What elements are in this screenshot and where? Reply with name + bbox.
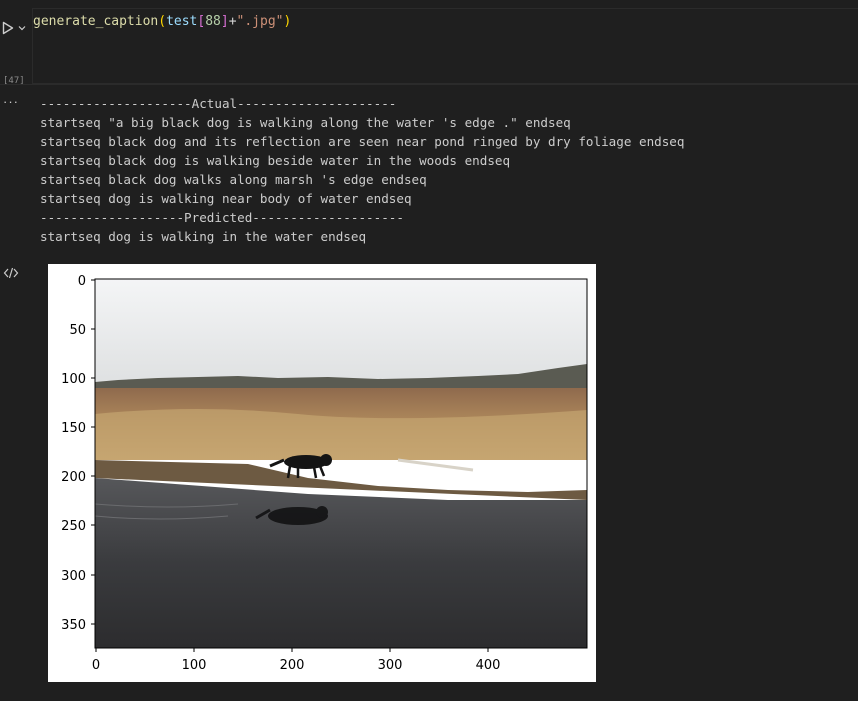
code-line[interactable]: generate_caption(test[88]+".jpg") xyxy=(33,14,291,29)
output-line: startseq dog is walking near body of wat… xyxy=(40,191,412,206)
y-tick-label: 350 xyxy=(61,618,86,633)
output-more-actions-button[interactable]: ··· xyxy=(3,94,19,109)
output-line: startseq dog is walking in the water end… xyxy=(40,229,367,244)
stdout-output: --------------------Actual--------------… xyxy=(40,94,684,246)
output-divider xyxy=(0,84,858,85)
output-line: startseq black dog and its reflection ar… xyxy=(40,134,685,149)
play-icon xyxy=(2,21,14,35)
x-tick-label: 200 xyxy=(280,658,305,673)
output-line: startseq black dog is walking beside wat… xyxy=(40,153,511,168)
y-tick-label: 300 xyxy=(61,569,86,584)
string-literal: ".jpg" xyxy=(236,14,284,29)
function-name: generate_caption xyxy=(33,14,159,29)
output-line: startseq "a big black dog is walking alo… xyxy=(40,115,571,130)
x-tick-label: 0 xyxy=(92,658,100,673)
y-tick-label: 200 xyxy=(61,470,86,485)
photo-image xyxy=(94,279,587,648)
y-tick-label: 0 xyxy=(78,274,86,289)
x-axis: 0 100 200 300 400 xyxy=(92,648,501,673)
close-bracket: ] xyxy=(220,14,229,29)
index-number: 88 xyxy=(205,14,221,29)
output-line: --------------------Actual--------------… xyxy=(40,96,397,111)
code-icon[interactable] xyxy=(3,266,19,284)
output-line: -------------------Predicted------------… xyxy=(40,210,404,225)
y-axis: 0 50 100 150 200 250 300 350 xyxy=(61,274,95,633)
y-tick-label: 150 xyxy=(61,421,86,436)
x-tick-label: 300 xyxy=(378,658,403,673)
run-cell-button[interactable] xyxy=(2,20,28,36)
y-tick-label: 50 xyxy=(69,323,86,338)
y-tick-label: 100 xyxy=(61,372,86,387)
close-paren: ) xyxy=(283,14,292,29)
output-line: startseq black dog walks along marsh 's … xyxy=(40,172,427,187)
plot-figure: 0 50 100 150 200 250 300 350 0 100 200 3… xyxy=(48,264,596,682)
x-tick-label: 400 xyxy=(476,658,501,673)
cell-gutter: [47] xyxy=(0,8,32,86)
plus-operator: + xyxy=(228,14,237,29)
open-paren: ( xyxy=(158,14,167,29)
y-tick-label: 250 xyxy=(61,519,86,534)
chevron-down-icon xyxy=(18,26,26,31)
x-tick-label: 100 xyxy=(182,658,207,673)
variable-name: test xyxy=(166,14,198,29)
